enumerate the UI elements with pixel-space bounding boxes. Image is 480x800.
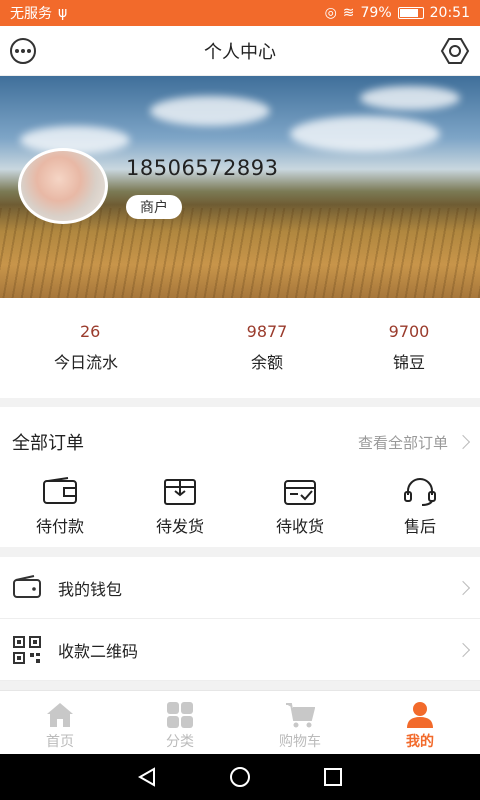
user-phone: 18506572893 — [126, 156, 279, 180]
tab-category[interactable]: 分类 — [120, 691, 240, 754]
order-pending-shipment[interactable]: 待发货 — [120, 477, 240, 547]
view-all-label: 查看全部订单 — [357, 433, 448, 452]
stats-row: 26 今日流水 9877 余额 9700 锦豆 — [0, 298, 480, 398]
home-icon — [47, 703, 73, 727]
user-icon — [407, 702, 433, 728]
tab-cart[interactable]: 购物车 — [240, 691, 360, 754]
stat-value: 9877 — [246, 322, 288, 341]
carrier-label: 无服务 — [10, 6, 52, 22]
wifi-icon: ≋ — [342, 5, 355, 21]
bottom-tab-bar: 首页 分类 购物车 我的 — [0, 690, 480, 754]
order-pending-payment[interactable]: 待付款 — [0, 477, 120, 547]
location-icon: ◎ — [324, 5, 337, 21]
order-label: 待付款 — [35, 517, 84, 536]
clock: 20:51 — [429, 5, 470, 21]
menu-item-label: 我的钱包 — [58, 579, 123, 599]
status-bar: 无服务 ψ ◎ ≋ 79% 20:51 — [0, 0, 480, 26]
qrcode-icon — [13, 635, 41, 664]
stat-label: 余额 — [250, 353, 283, 372]
chevron-right-icon — [455, 434, 471, 450]
chevron-right-icon — [455, 642, 471, 657]
role-badge: 商户 — [126, 195, 182, 219]
top-app-bar: 个人中心 — [0, 26, 480, 76]
recents-icon[interactable] — [322, 766, 344, 788]
page: 无服务 ψ ◎ ≋ 79% 20:51 个人中心 18506572893 商户 — [0, 0, 480, 800]
view-all-orders-link[interactable]: 查看全部订单 — [357, 432, 471, 453]
box-icon — [164, 479, 196, 505]
order-label: 待发货 — [155, 517, 204, 536]
order-pending-receipt[interactable]: 待收货 — [240, 477, 360, 547]
home-circle-icon[interactable] — [229, 766, 251, 788]
stat-value: 26 — [80, 322, 101, 341]
profile-banner: 18506572893 商户 — [0, 76, 480, 298]
battery-icon — [397, 7, 424, 19]
order-after-sales[interactable]: 售后 — [360, 477, 480, 547]
orders-title: 全部订单 — [12, 433, 84, 454]
tab-label: 首页 — [46, 734, 74, 750]
inbox-check-icon — [284, 480, 316, 505]
message-icon[interactable] — [10, 38, 36, 64]
order-label: 待收货 — [275, 517, 324, 536]
tab-mine[interactable]: 我的 — [360, 691, 480, 754]
tab-label: 购物车 — [279, 734, 321, 750]
stat-beans[interactable]: 9700 锦豆 — [338, 298, 480, 398]
cart-icon — [286, 703, 315, 728]
battery-percent: 79% — [360, 5, 392, 21]
headset-icon — [404, 478, 436, 506]
menu-item-qrcode[interactable]: 收款二维码 — [0, 619, 480, 681]
tab-home[interactable]: 首页 — [0, 691, 120, 754]
page-title: 个人中心 — [204, 41, 276, 63]
avatar[interactable] — [18, 148, 108, 224]
stat-balance[interactable]: 9877 余额 — [196, 298, 338, 398]
grid-icon — [167, 702, 193, 728]
menu-list: 我的钱包 收款二维码 — [0, 557, 480, 681]
menu-item-label: 收款二维码 — [58, 641, 139, 661]
stat-value: 9700 — [388, 322, 430, 341]
settings-icon[interactable] — [440, 37, 470, 65]
order-label: 售后 — [403, 517, 436, 536]
stat-today-flow[interactable]: 26 今日流水 — [0, 298, 196, 398]
tab-label: 分类 — [166, 734, 194, 750]
chevron-right-icon — [455, 580, 471, 595]
menu-item-wallet[interactable]: 我的钱包 — [0, 557, 480, 619]
wallet-icon — [43, 477, 77, 504]
wallet-icon — [13, 574, 41, 598]
stat-label: 今日流水 — [54, 353, 119, 372]
usb-icon: ψ — [58, 5, 68, 21]
system-nav-bar — [0, 754, 480, 800]
tab-label: 我的 — [406, 734, 434, 750]
back-icon[interactable] — [136, 766, 158, 788]
stat-label: 锦豆 — [392, 353, 425, 372]
orders-section: 全部订单 查看全部订单 待付款 待发货 待收货 售后 — [0, 407, 480, 547]
